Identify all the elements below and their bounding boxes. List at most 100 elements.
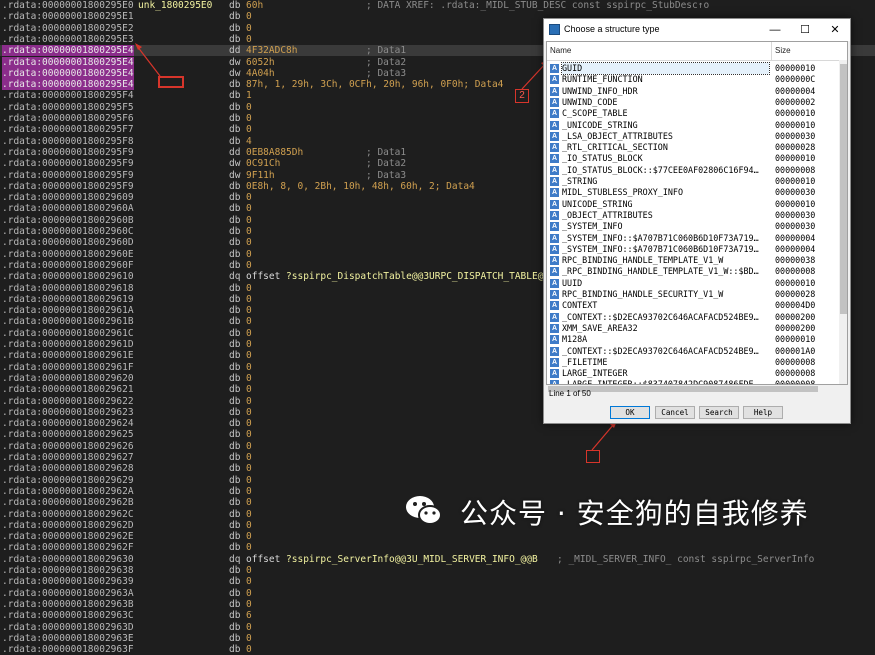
line-operand[interactable]: 0	[246, 429, 252, 440]
line-address[interactable]: .rdata:000000018002961D	[2, 339, 134, 350]
line-address[interactable]: .rdata:000000018002963A	[2, 588, 134, 599]
line-address[interactable]: .rdata:000000018002961F	[2, 362, 134, 373]
line-address[interactable]: .rdata:000000018002962B	[2, 497, 134, 508]
line-address[interactable]: .rdata:0000000180029627	[2, 452, 134, 463]
structure-row[interactable]: A UUID 00000010	[547, 278, 837, 289]
line-operand[interactable]: 0	[246, 576, 252, 587]
dialog-titlebar[interactable]: Choose a structure type — ☐ ✕	[544, 19, 850, 41]
line-operand[interactable]: 0C91Ch	[246, 158, 280, 169]
line-operand[interactable]: 0	[246, 260, 252, 271]
line-address[interactable]: .rdata:00000001800295E4	[2, 45, 134, 57]
line-address[interactable]: .rdata:0000000180029624	[2, 418, 134, 429]
line-operand[interactable]: 0	[246, 373, 252, 384]
line-operand[interactable]: 0	[246, 283, 252, 294]
line-address[interactable]: .rdata:0000000180029609	[2, 192, 134, 203]
line-operand[interactable]: 0	[246, 339, 252, 350]
line-operand[interactable]: 0	[246, 633, 252, 644]
line-operand[interactable]: 0EB8A885Dh	[246, 147, 303, 158]
structure-row[interactable]: A _LSA_OBJECT_ATTRIBUTES 00000030	[547, 131, 837, 142]
line-address[interactable]: .rdata:000000018002962C	[2, 509, 134, 520]
line-address[interactable]: .rdata:0000000180029626	[2, 441, 134, 452]
operand-symbol[interactable]: ?sspirpc_ServerInfo@@3U_MIDL_SERVER_INFO…	[286, 554, 538, 565]
structure-row[interactable]: A _SYSTEM_INFO::$A707B71C060B6D10F73A719……	[547, 244, 837, 255]
line-address[interactable]: .rdata:00000001800295E4	[2, 79, 134, 91]
column-header-size[interactable]: Size	[775, 46, 791, 55]
line-operand[interactable]: 0	[246, 407, 252, 418]
line-operand[interactable]: 0	[246, 384, 252, 395]
line-operand[interactable]: 0	[246, 441, 252, 452]
structure-row[interactable]: A RPC_BINDING_HANDLE_TEMPLATE_V1_W 0000003…	[547, 255, 837, 266]
line-address[interactable]: .rdata:00000001800295F4	[2, 90, 134, 101]
structure-row[interactable]: A _UNICODE_STRING 00000010	[547, 120, 837, 131]
structure-row[interactable]: A _CONTEXT::$D2ECA93702C646ACAFACD524BE9……	[547, 346, 837, 357]
listing-line[interactable]: .rdata:0000000180029627 db 0	[0, 452, 875, 463]
structure-row[interactable]: A GUID 00000010	[547, 61, 837, 76]
line-address[interactable]: .rdata:00000001800295F5	[2, 102, 134, 113]
vertical-scrollbar[interactable]	[839, 60, 847, 384]
listing-line[interactable]: .rdata:0000000180029626 db 0	[0, 441, 875, 452]
structure-row[interactable]: A _SYSTEM_INFO::$A707B71C060B6D10F73A719……	[547, 233, 837, 244]
line-operand[interactable]: 0	[246, 124, 252, 135]
line-address[interactable]: .rdata:0000000180029610	[2, 271, 134, 282]
structure-row[interactable]: A _CONTEXT::$D2ECA93702C646ACAFACD524BE9……	[547, 312, 837, 323]
listing-line[interactable]: .rdata:000000018002962E db 0	[0, 531, 875, 542]
line-address[interactable]: .rdata:000000018002962D	[2, 520, 134, 531]
structure-row[interactable]: A _FILETIME 00000008	[547, 357, 837, 368]
line-operand[interactable]: 0	[246, 531, 252, 542]
structure-row[interactable]: A UNWIND_CODE 00000002	[547, 97, 837, 108]
line-operand[interactable]: 0	[246, 11, 252, 22]
structure-row[interactable]: A _SYSTEM_INFO 00000030	[547, 221, 837, 232]
line-operand[interactable]: 0	[246, 565, 252, 576]
column-header-name[interactable]: Name	[550, 46, 571, 55]
line-address[interactable]: .rdata:0000000180029618	[2, 283, 134, 294]
listing-line[interactable]: .rdata:000000018002963A db 0	[0, 588, 875, 599]
minimize-button[interactable]: —	[760, 19, 790, 41]
line-address[interactable]: .rdata:0000000180029620	[2, 373, 134, 384]
listing-line[interactable]: .rdata:0000000180029625 db 0	[0, 429, 875, 440]
line-address[interactable]: .rdata:000000018002960B	[2, 215, 134, 226]
line-operand[interactable]: 87h, 1, 29h, 3Ch, 0CFh, 20h, 96h, 0F0h; …	[246, 79, 503, 90]
line-operand[interactable]: 0	[246, 237, 252, 248]
line-operand[interactable]: 9F11h	[246, 170, 275, 181]
structure-row[interactable]: A _STRING 00000010	[547, 176, 837, 187]
line-address[interactable]: .rdata:000000018002962E	[2, 531, 134, 542]
line-address[interactable]: .rdata:0000000180029639	[2, 576, 134, 587]
line-address[interactable]: .rdata:000000018002963D	[2, 622, 134, 633]
listing-line[interactable]: .rdata:000000018002963E db 0	[0, 633, 875, 644]
line-operand[interactable]: 0	[246, 215, 252, 226]
line-operand[interactable]: 4F32ADC8h	[246, 45, 297, 56]
line-operand[interactable]: 0	[246, 486, 252, 497]
structure-row[interactable]: A _RTL_CRITICAL_SECTION 00000028	[547, 142, 837, 153]
cancel-button[interactable]: Cancel	[655, 406, 695, 419]
operand-symbol[interactable]: ?sspirpc_DispatchTable@@3URPC_DISPATCH_T…	[286, 271, 555, 282]
line-address[interactable]: .rdata:000000018002963B	[2, 599, 134, 610]
line-address[interactable]: .rdata:000000018002961E	[2, 350, 134, 361]
listing-line[interactable]: .rdata:0000000180029639 db 0	[0, 576, 875, 587]
choose-structure-dialog[interactable]: Choose a structure type — ☐ ✕ Name Size …	[543, 18, 851, 424]
listing-line[interactable]: .rdata:0000000180029628 db 0	[0, 463, 875, 474]
structure-row[interactable]: A LARGE_INTEGER 00000008	[547, 368, 837, 379]
structure-row[interactable]: A UNWIND_INFO_HDR 00000004	[547, 86, 837, 97]
line-operand[interactable]: 0	[246, 542, 252, 553]
structure-list[interactable]: Name Size A GUID 00000010 A RUNTIME_FUNCTION…	[546, 41, 848, 385]
line-operand[interactable]: 6052h	[246, 57, 275, 68]
line-address[interactable]: .rdata:000000018002961C	[2, 328, 134, 339]
line-operand[interactable]: 0	[246, 622, 252, 633]
line-operand[interactable]: 0	[246, 23, 252, 34]
line-address[interactable]: .rdata:000000018002960F	[2, 260, 134, 271]
structure-row[interactable]: A _RPC_BINDING_HANDLE_TEMPLATE_V1_W::$BD……	[547, 266, 837, 277]
line-operand[interactable]: 0	[246, 102, 252, 113]
line-address[interactable]: .rdata:00000001800295E2	[2, 23, 134, 34]
line-address[interactable]: .rdata:00000001800295E4	[2, 56, 134, 68]
line-operand[interactable]: 0	[246, 362, 252, 373]
line-address[interactable]: .rdata:0000000180029638	[2, 565, 134, 576]
line-operand[interactable]: 0	[246, 305, 252, 316]
line-address[interactable]: .rdata:00000001800295E1	[2, 11, 134, 22]
line-operand[interactable]: 4A04h	[246, 68, 275, 79]
ok-button[interactable]: OK	[610, 406, 650, 419]
line-operand[interactable]: 0	[246, 418, 252, 429]
line-address[interactable]: .rdata:0000000180029629	[2, 475, 134, 486]
line-address[interactable]: .rdata:000000018002961B	[2, 316, 134, 327]
line-address[interactable]: .rdata:000000018002960E	[2, 249, 134, 260]
line-operand[interactable]: 0	[246, 350, 252, 361]
